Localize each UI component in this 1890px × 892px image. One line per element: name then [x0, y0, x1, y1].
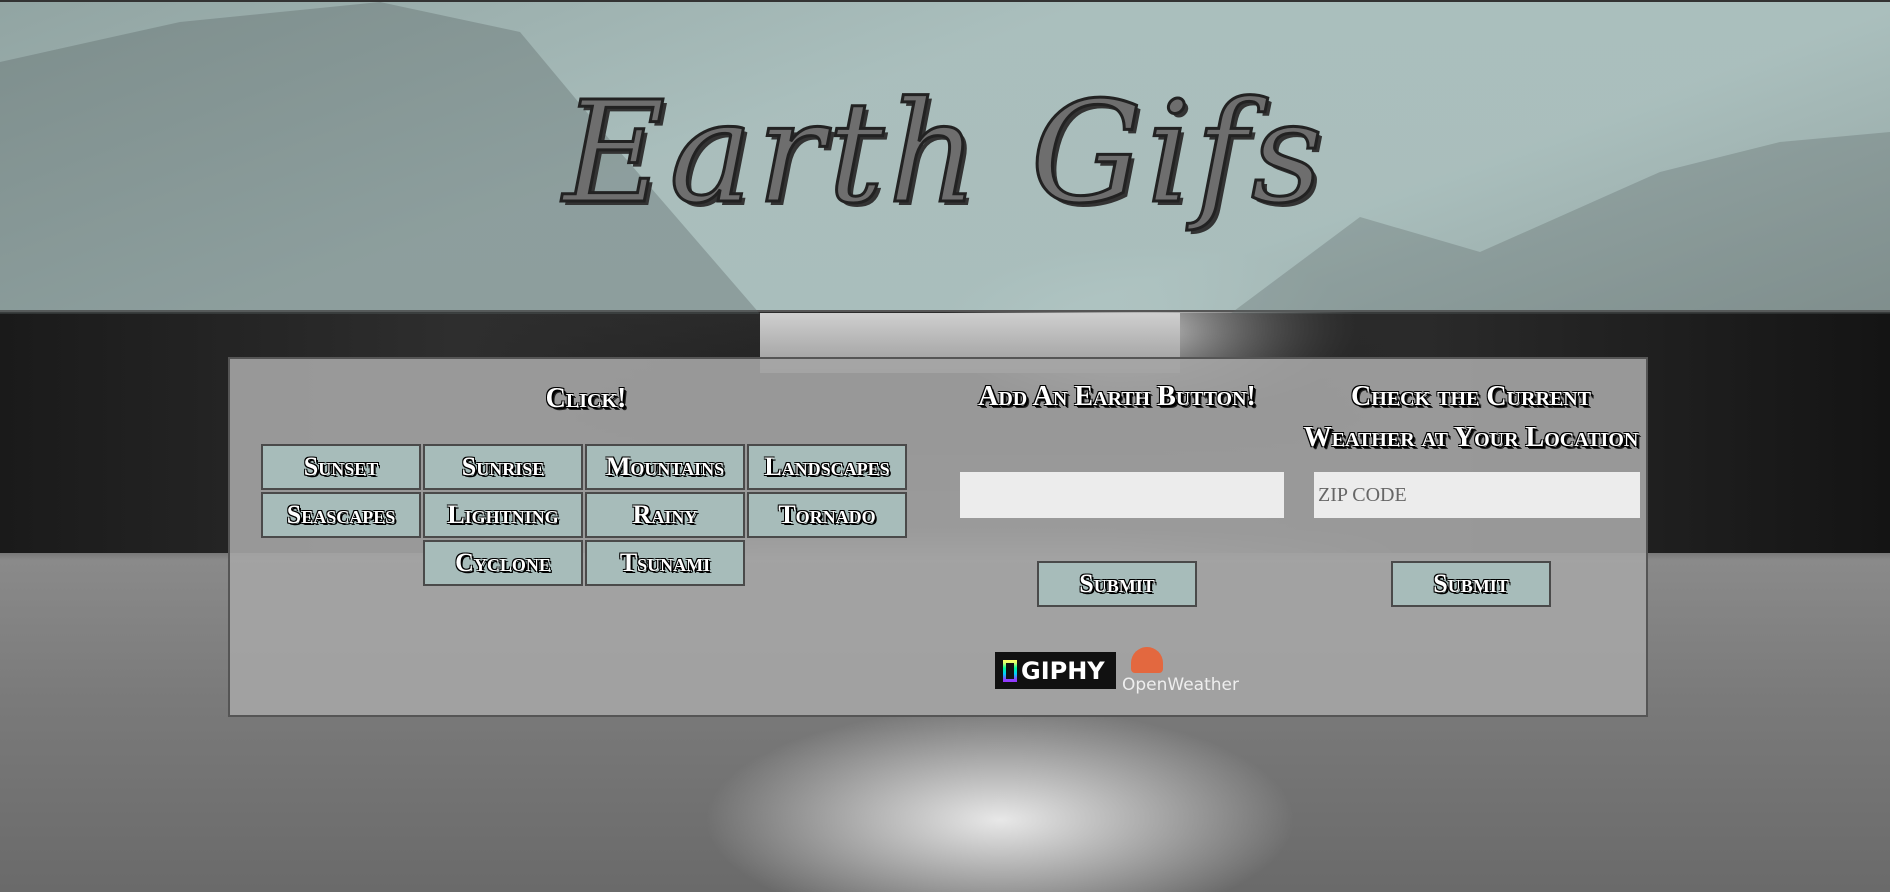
topic-button-sunset[interactable]: Sunset — [261, 444, 421, 490]
topic-button-tornado[interactable]: Tornado — [747, 492, 907, 538]
giphy-logo-text: GIPHY — [1021, 656, 1105, 685]
openweather-sun-icon — [1131, 647, 1163, 673]
topic-button-cyclone[interactable]: Cyclone — [423, 540, 583, 586]
topic-button-rainy[interactable]: Rainy — [585, 492, 745, 538]
topic-button-landscapes[interactable]: Landscapes — [747, 444, 907, 490]
add-button-heading: Add An Earth Button! — [978, 381, 1256, 412]
weather-heading-line1: Check the Current — [1350, 381, 1592, 412]
main-panel: Click! Sunset Sunrise Mountains Landscap… — [228, 357, 1648, 717]
topic-button-sunrise[interactable]: Sunrise — [423, 444, 583, 490]
click-heading: Click! — [545, 383, 627, 414]
weather-heading-line2: Weather at Your Location — [1303, 422, 1639, 453]
giphy-logo[interactable]: GIPHY — [995, 652, 1116, 689]
giphy-icon — [1003, 659, 1017, 682]
header: Earth Gifs — [0, 0, 1890, 314]
topic-button-lightning[interactable]: Lightning — [423, 492, 583, 538]
topic-button-seascapes[interactable]: Seascapes — [261, 492, 421, 538]
topic-button-mountains[interactable]: Mountains — [585, 444, 745, 490]
page-title: Earth Gifs — [562, 71, 1327, 237]
topic-button-tsunami[interactable]: Tsunami — [585, 540, 745, 586]
new-topic-input[interactable] — [960, 472, 1284, 518]
openweather-logo[interactable]: OpenWeather — [1122, 647, 1239, 697]
openweather-logo-text: OpenWeather — [1122, 675, 1239, 695]
zip-code-input[interactable] — [1314, 472, 1640, 518]
weather-submit-button[interactable]: Submit — [1391, 561, 1551, 607]
add-topic-submit-button[interactable]: Submit — [1037, 561, 1197, 607]
